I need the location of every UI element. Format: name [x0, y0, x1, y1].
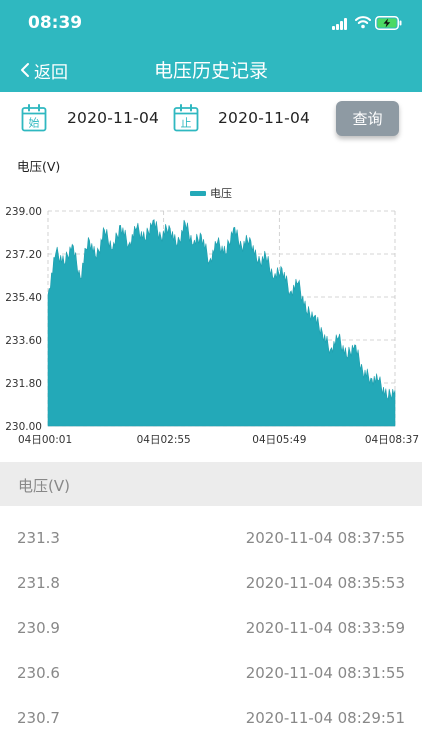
end-date[interactable]: 2020-11-04 [218, 109, 310, 127]
page-title: 电压历史记录 [153, 60, 268, 82]
legend-label: 电压 [210, 187, 232, 200]
y-tick-label: 235.40 [5, 292, 42, 304]
start-icon-char: 始 [29, 116, 40, 130]
record-time: 2020-11-04 08:31:55 [245, 664, 405, 682]
record-time: 2020-11-04 08:35:53 [245, 574, 405, 592]
voltage-area-chart: 230.00 231.80 233.60 235.40 237.20 239.00 04日… [5, 187, 419, 446]
query-button[interactable]: 查询 [336, 101, 399, 136]
list-item[interactable]: 230.6 2020-11-04 08:31:55 [0, 651, 422, 696]
list-header: 电压(V) [0, 462, 422, 506]
end-icon-char: 止 [181, 117, 192, 130]
start-date[interactable]: 2020-11-04 [67, 109, 159, 127]
list-header-label: 电压(V) [18, 477, 70, 495]
y-tick-label: 239.00 [5, 206, 42, 218]
record-time: 2020-11-04 08:33:59 [245, 619, 405, 637]
record-time: 2020-11-04 08:37:55 [245, 529, 405, 547]
legend-swatch [190, 191, 206, 196]
wifi-icon [355, 16, 371, 29]
header-bar: 08:39 返回 电压历史记录 [0, 0, 422, 92]
voltage-series-area [47, 219, 396, 427]
y-tick-label: 231.80 [5, 378, 42, 390]
cellular-signal-icon [332, 18, 350, 30]
list-item[interactable]: 231.3 2020-11-04 08:37:55 [0, 516, 422, 561]
voltage-value: 230.9 [17, 619, 60, 637]
x-tick-label: 04日05:49 [252, 434, 306, 446]
status-time: 08:39 [28, 13, 83, 33]
voltage-history-screen: 08:39 返回 电压历史记录 始 2020-11-04 止 2020-11-0… [0, 0, 422, 750]
y-tick-label: 233.60 [5, 335, 42, 347]
battery-charging-icon [375, 16, 402, 30]
x-tick-label: 04日08:37 [365, 434, 419, 446]
record-time: 2020-11-04 08:29:51 [245, 709, 405, 727]
x-tick-label: 04日00:01 [18, 434, 72, 446]
voltage-value: 231.3 [17, 529, 60, 547]
list-item[interactable]: 230.9 2020-11-04 08:33:59 [0, 606, 422, 651]
voltage-value: 231.8 [17, 574, 60, 592]
chart-y-axis-title: 电压(V) [17, 159, 61, 174]
end-calendar-icon[interactable]: 止 [173, 104, 199, 132]
y-tick-label: 237.20 [5, 249, 42, 261]
voltage-value: 230.7 [17, 709, 60, 727]
list-item[interactable]: 231.8 2020-11-04 08:35:53 [0, 561, 422, 606]
list-item[interactable]: 230.7 2020-11-04 08:29:51 [0, 696, 422, 741]
start-calendar-icon[interactable]: 始 [21, 104, 47, 132]
voltage-value: 230.6 [17, 664, 60, 682]
y-tick-label: 230.00 [5, 421, 42, 433]
date-filter-bar: 始 2020-11-04 止 2020-11-04 查询 [0, 92, 422, 148]
x-tick-label: 04日02:55 [137, 434, 191, 446]
